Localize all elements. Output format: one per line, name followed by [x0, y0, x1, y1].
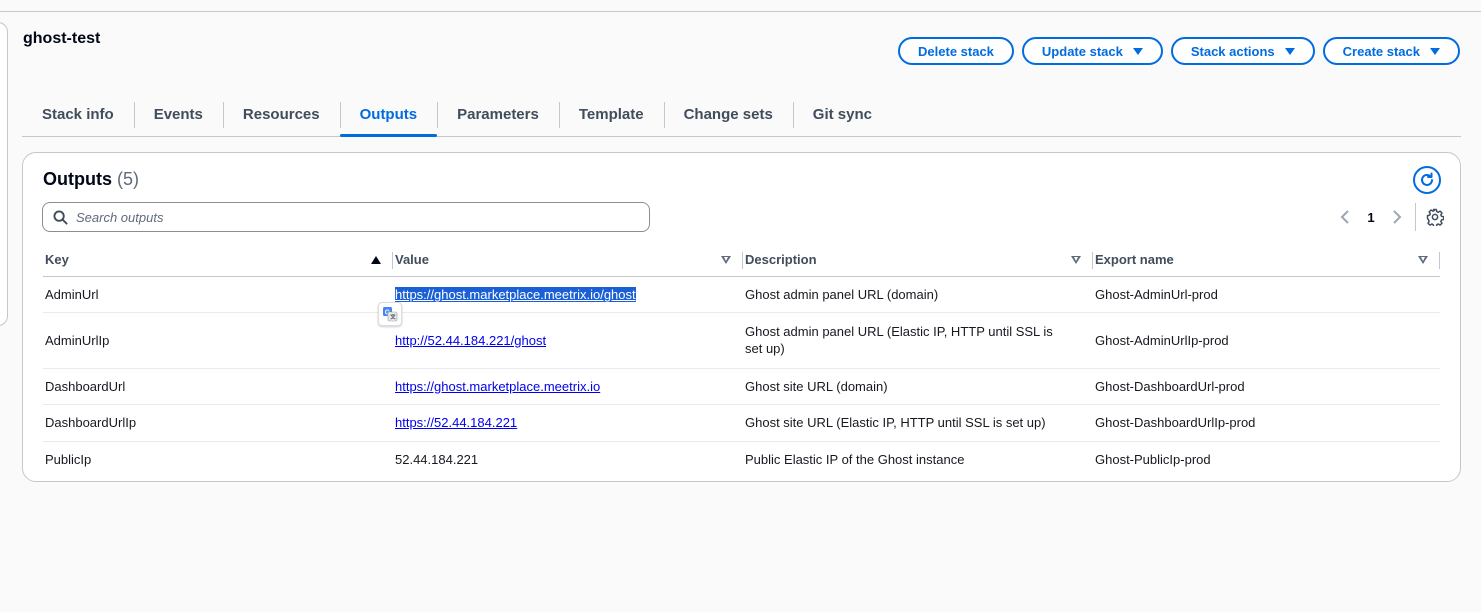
sort-descending-icon	[1071, 255, 1081, 264]
column-header-value[interactable]: Value	[393, 244, 743, 277]
search-icon	[53, 209, 68, 225]
tab-git-sync[interactable]: Git sync	[792, 92, 892, 136]
column-header-description[interactable]: Description	[743, 244, 1093, 277]
create-stack-label: Create stack	[1342, 43, 1420, 59]
next-page-button[interactable]	[1385, 205, 1409, 229]
cell-key: AdminUrl	[43, 276, 393, 313]
cell-value: 52.44.184.221	[395, 452, 479, 468]
value-link[interactable]: https://ghost.marketplace.meetrix.io	[395, 379, 600, 394]
cell-value: https://ghost.marketplace.meetrix.io	[393, 368, 743, 405]
cell-export-name: Ghost-AdminUrlIp-prod	[1093, 312, 1440, 369]
search-input[interactable]	[76, 209, 636, 225]
cell-export-name: Ghost-PublicIp-prod	[1095, 452, 1211, 468]
previous-page-button[interactable]	[1333, 205, 1357, 229]
stack-actions-label: Stack actions	[1190, 43, 1275, 59]
outputs-heading: Outputs (5)	[43, 169, 139, 190]
table-row: PublicIp 52.44.184.221 Public Elastic IP…	[43, 441, 1440, 478]
column-header-key[interactable]: Key	[43, 244, 393, 277]
tab-events[interactable]: Events	[133, 92, 223, 136]
stack-actions-button[interactable]: Stack actions	[1170, 37, 1315, 65]
table-row: DashboardUrl https://ghost.marketplace.m…	[43, 368, 1440, 405]
refresh-button[interactable]	[1413, 166, 1441, 194]
cell-description: Public Elastic IP of the Ghost instance	[745, 452, 965, 468]
outputs-panel: Outputs (5) 1	[22, 152, 1461, 482]
caret-down-icon	[1132, 47, 1143, 55]
update-stack-button[interactable]: Update stack	[1021, 37, 1163, 65]
preferences-button[interactable]	[1424, 206, 1446, 228]
translate-glyph: G	[383, 307, 398, 322]
cell-value: http://52.44.184.221/ghost	[393, 312, 743, 369]
value-link[interactable]: https://ghost.marketplace.meetrix.io/gho…	[395, 286, 636, 302]
top-divider	[0, 11, 1481, 12]
cell-key: DashboardUrl	[43, 368, 393, 405]
column-header-export-name[interactable]: Export name	[1093, 244, 1440, 277]
gear-icon	[1426, 208, 1444, 226]
cell-value: https://52.44.184.221	[393, 404, 743, 442]
outputs-title: Outputs	[43, 169, 112, 189]
delete-stack-label: Delete stack	[918, 43, 994, 59]
pagination: 1	[1333, 202, 1446, 232]
pager-divider	[1415, 203, 1416, 231]
column-export-label: Export name	[1095, 252, 1174, 268]
page-number[interactable]: 1	[1357, 210, 1385, 225]
table-header-row: Key Value Description Export name	[43, 244, 1440, 277]
delete-stack-button[interactable]: Delete stack	[898, 37, 1014, 65]
table-row: AdminUrlIp http://52.44.184.221/ghost Gh…	[43, 312, 1440, 369]
tab-template[interactable]: Template	[558, 92, 664, 136]
cell-description: Ghost site URL (Elastic IP, HTTP until S…	[743, 404, 1093, 442]
page-title: ghost-test	[23, 30, 101, 47]
cell-key: PublicIp	[45, 452, 92, 468]
outputs-table: Key Value Description Export name AdminU…	[43, 244, 1440, 478]
stack-actions-bar: Delete stack Update stack Stack actions …	[898, 37, 1460, 65]
sort-descending-icon	[721, 255, 731, 264]
side-panel-edge[interactable]	[0, 22, 8, 326]
cell-value: https://ghost.marketplace.meetrix.io/gho…	[393, 276, 743, 313]
caret-down-icon	[1430, 47, 1440, 55]
chevron-right-icon	[1393, 210, 1402, 224]
outputs-count: (5)	[117, 169, 140, 189]
table-row: AdminUrl https://ghost.marketplace.meetr…	[43, 276, 1440, 313]
cell-key: DashboardUrlIp	[43, 404, 393, 442]
column-description-label: Description	[745, 252, 817, 268]
cell-description: Ghost admin panel URL (domain)	[743, 276, 1093, 313]
cell-key: AdminUrlIp	[43, 312, 393, 369]
tab-change-sets[interactable]: Change sets	[663, 92, 793, 136]
cell-export-name: Ghost-DashboardUrlIp-prod	[1093, 404, 1440, 442]
tab-outputs[interactable]: Outputs	[339, 92, 438, 137]
caret-down-icon	[1284, 47, 1295, 55]
cell-description: Ghost site URL (domain)	[743, 368, 1093, 405]
value-link[interactable]: https://52.44.184.221	[395, 415, 517, 430]
value-link[interactable]: http://52.44.184.221/ghost	[395, 333, 546, 348]
tab-parameters[interactable]: Parameters	[437, 92, 559, 136]
search-box	[42, 202, 650, 232]
chevron-left-icon	[1340, 210, 1349, 224]
refresh-icon	[1421, 172, 1433, 186]
sort-descending-icon	[1418, 255, 1428, 264]
cell-description: Ghost admin panel URL (Elastic IP, HTTP …	[743, 312, 1093, 369]
update-stack-label: Update stack	[1041, 43, 1123, 59]
cell-export-name: Ghost-DashboardUrl-prod	[1093, 368, 1440, 405]
stack-tabs: Stack info Events Resources Outputs Para…	[22, 92, 1461, 137]
cell-export-name: Ghost-AdminUrl-prod	[1093, 276, 1440, 313]
column-value-label: Value	[395, 252, 429, 268]
sort-ascending-icon	[371, 255, 381, 264]
create-stack-button[interactable]: Create stack	[1322, 37, 1460, 65]
translate-icon[interactable]: G	[378, 302, 402, 326]
column-key-label: Key	[45, 252, 69, 268]
tab-resources[interactable]: Resources	[222, 92, 340, 136]
tab-stack-info[interactable]: Stack info	[22, 92, 134, 136]
table-row: DashboardUrlIp https://52.44.184.221 Gho…	[43, 404, 1440, 442]
